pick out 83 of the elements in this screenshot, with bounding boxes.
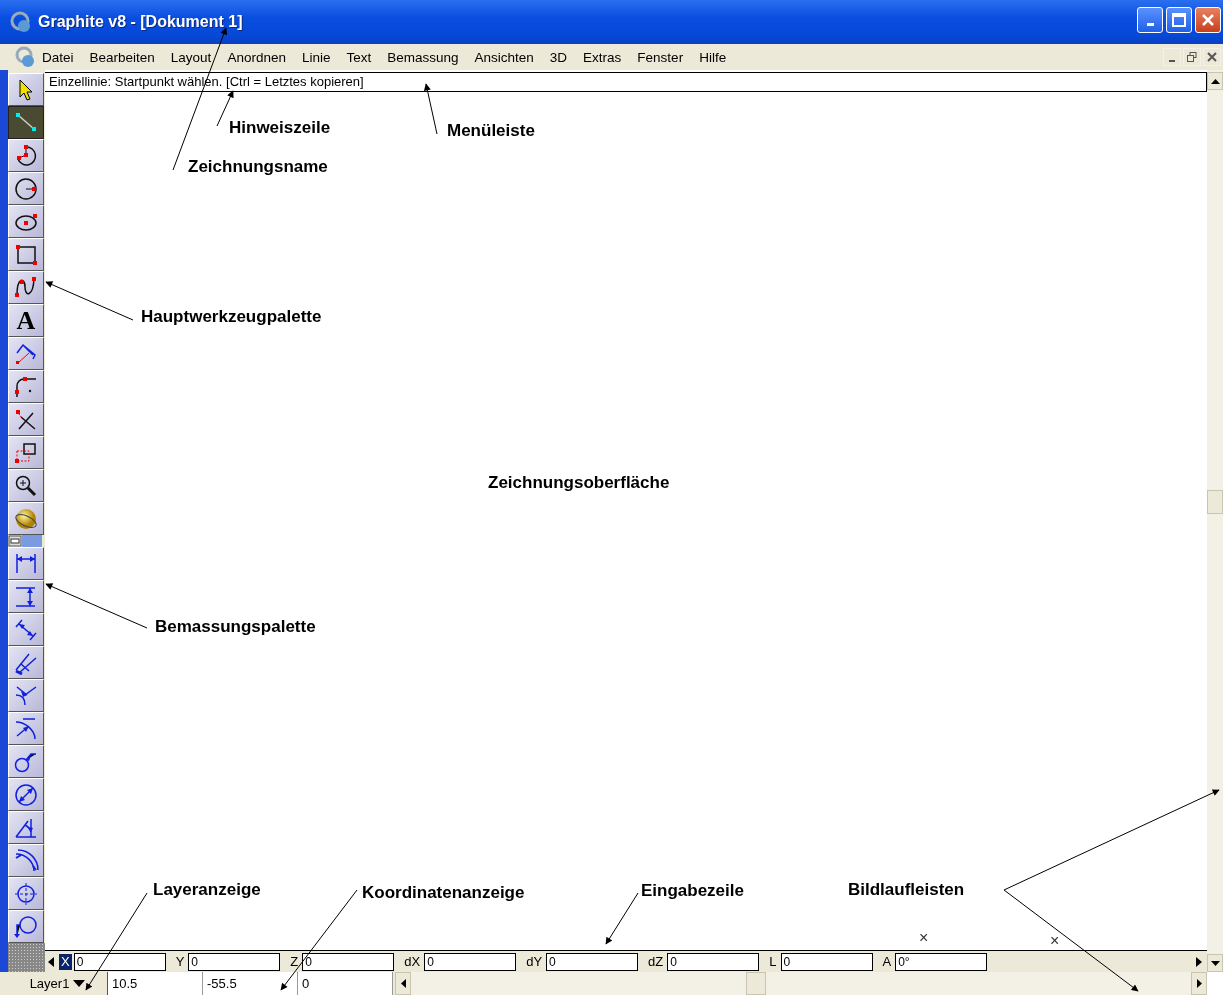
menu-item[interactable]: Text: [346, 49, 380, 65]
minimize-button[interactable]: [1163, 48, 1181, 66]
close-button[interactable]: [1203, 48, 1221, 66]
close-icon: [1201, 13, 1215, 27]
menu-item[interactable]: Bemassung: [387, 49, 467, 65]
down-arrow-icon: [1210, 960, 1220, 966]
caret-icon: [73, 980, 86, 987]
input-field[interactable]: 0: [302, 952, 395, 971]
coordinate-value: -55.5: [203, 972, 298, 995]
circle-icon: [13, 175, 39, 202]
field-label: dZ: [647, 953, 665, 970]
window-title: Graphite v8 - [Dokument 1]: [38, 13, 243, 31]
right-arrow-icon: [1196, 979, 1202, 988]
tool-button[interactable]: A: [8, 304, 44, 337]
annotation-label: Hinweiszeile: [229, 117, 331, 139]
palette-toggle-icon[interactable]: [8, 535, 42, 547]
center-mark-icon: [13, 880, 39, 907]
annotation-label: Layeranzeige: [153, 879, 261, 901]
annotation-label: Eingabezeile: [641, 880, 744, 902]
left-arrow-icon: [48, 956, 54, 967]
close-icon: [1207, 52, 1217, 62]
input-field[interactable]: 0°: [895, 952, 988, 971]
right-arrow-icon: [1196, 956, 1202, 967]
up-arrow-icon: [1210, 78, 1220, 84]
maximize-icon: [1172, 13, 1186, 27]
menu-item[interactable]: Anordnen: [227, 49, 294, 65]
dotted-panel: [8, 943, 45, 972]
document-logo-icon: [14, 46, 36, 68]
minimize-icon: [1146, 22, 1154, 26]
input-field[interactable]: 0: [424, 952, 517, 971]
annotation-label: Bildlaufleisten: [848, 879, 965, 901]
hint-line: Einzellinie: Startpunkt wählen. [Ctrl = Letztes kopieren]: [45, 72, 1207, 92]
input-field[interactable]: 0: [667, 952, 760, 971]
menu-item[interactable]: Hilfe: [699, 49, 735, 65]
field-label: Y: [174, 953, 186, 970]
input-field[interactable]: 0: [780, 952, 873, 971]
annotation-label: Bemassungspalette: [155, 616, 316, 638]
menu-item[interactable]: Linie: [301, 49, 339, 65]
annotation-label: Koordinatenanzeige: [362, 882, 525, 904]
field-label: X: [59, 953, 72, 970]
annotation-arrow: [423, 83, 438, 135]
menu-item[interactable]: Bearbeiten: [89, 49, 163, 65]
field-label: dX: [403, 953, 422, 970]
cross-mark: ×: [919, 928, 929, 948]
input-field[interactable]: 0: [188, 952, 281, 971]
input-field[interactable]: 0: [73, 952, 166, 971]
tool-button[interactable]: [8, 106, 44, 139]
arc-dimension-icon: [13, 715, 39, 742]
input-field[interactable]: 0: [546, 952, 639, 971]
restore-icon: [1187, 52, 1197, 62]
menu-item[interactable]: Layout: [170, 49, 220, 65]
menu-item[interactable]: Datei: [42, 49, 82, 65]
scroll-thumb[interactable]: [746, 972, 766, 995]
app-logo-icon: [10, 11, 32, 33]
menu-item[interactable]: Extras: [583, 49, 630, 65]
annotation-label: Zeichnungsoberfläche: [488, 472, 670, 494]
coordinate-value: 10.5: [108, 972, 203, 995]
annotation-label: Menüleiste: [447, 120, 535, 142]
scrollbar-corner: [1207, 972, 1223, 995]
scroll-left-button[interactable]: [395, 972, 411, 995]
cross-mark: ×: [1050, 931, 1060, 951]
field-label: A: [881, 953, 893, 970]
scroll-down-button[interactable]: [1207, 954, 1223, 972]
field-label: Z: [289, 953, 300, 970]
annotation-arrow: [605, 892, 639, 945]
coordinate-value: 0: [298, 972, 393, 995]
annotation-label: Zeichnungsname: [188, 156, 328, 178]
maximize-button[interactable]: [1166, 7, 1192, 33]
scroll-up-button[interactable]: [1207, 72, 1223, 90]
minimize-icon: [1169, 59, 1175, 62]
field-label: L: [768, 953, 778, 970]
restore-button[interactable]: [1183, 48, 1201, 66]
menu-item[interactable]: Fenster: [637, 49, 692, 65]
datum-dimension-icon: [13, 913, 39, 940]
arc-length-dimension-icon: [13, 847, 39, 874]
scroll-right-button[interactable]: [1191, 972, 1207, 995]
diameter-dimension-icon: [13, 781, 39, 808]
annotation-label: Hauptwerkzeugpalette: [141, 306, 322, 328]
field-label: dY: [525, 953, 544, 970]
left-arrow-icon: [400, 979, 406, 988]
menu-item[interactable]: Ansichten: [474, 49, 542, 65]
scroll-thumb[interactable]: [1207, 490, 1223, 514]
menu-item[interactable]: 3D: [549, 49, 576, 65]
